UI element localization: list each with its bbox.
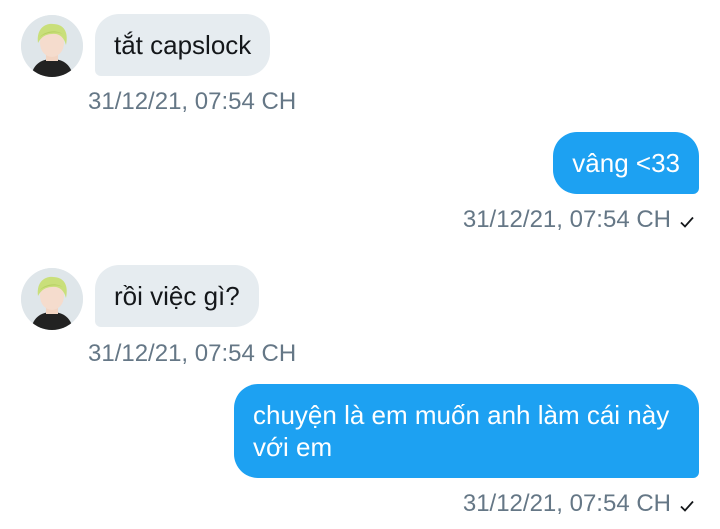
message-bubble-outgoing[interactable]: vâng <33 [553, 132, 699, 194]
message-text: chuyện là em muốn anh làm cái này với em [253, 400, 670, 462]
message-bubble-incoming[interactable]: rồi việc gì? [95, 265, 259, 327]
sender-avatar[interactable] [21, 268, 83, 330]
user-avatar [21, 15, 83, 77]
message-bubble-incoming[interactable]: tắt capslock [95, 14, 271, 76]
message-timestamp: 31/12/21, 07:54 CH [463, 490, 695, 521]
message-text: rồi việc gì? [114, 281, 240, 311]
message-timestamp: 31/12/21, 07:54 CH [463, 206, 695, 237]
message-text: vâng <33 [572, 148, 680, 178]
checkmark-icon [679, 493, 695, 521]
user-avatar [21, 268, 83, 330]
checkmark-icon [679, 209, 695, 237]
message-bubble-outgoing[interactable]: chuyện là em muốn anh làm cái này với em [234, 384, 699, 478]
conversation-thread: tắt capslock 31/12/21, 07:54 CH vâng <33… [0, 0, 720, 529]
message-timestamp: 31/12/21, 07:54 CH [88, 88, 297, 115]
sender-avatar[interactable] [21, 15, 83, 77]
message-timestamp: 31/12/21, 07:54 CH [88, 340, 297, 367]
message-text: tắt capslock [114, 30, 252, 60]
